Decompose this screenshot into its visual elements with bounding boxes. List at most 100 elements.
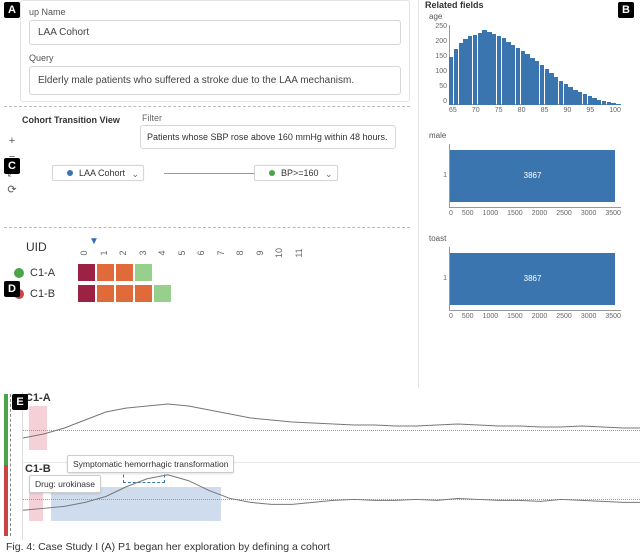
panel-tag-c: C — [4, 158, 20, 174]
legend-label: C1-B — [30, 288, 72, 300]
histogram-bar — [482, 30, 486, 105]
age-histogram[interactable]: 250200150100500 65707580859095100 — [425, 23, 625, 121]
group-name-field: up Name LAA Cohort — [29, 7, 401, 45]
plot-area — [449, 25, 621, 105]
tick: 3 — [138, 247, 148, 259]
related-fields-title: Related fields — [425, 0, 636, 10]
chevron-down-icon[interactable]: ⌄ — [131, 169, 139, 180]
heat-cell — [116, 285, 133, 302]
histogram-bar — [521, 51, 525, 105]
chart-title-age: age — [429, 12, 636, 21]
heat-cell — [97, 264, 114, 281]
node-bullet-icon — [67, 170, 73, 176]
histogram-bar — [459, 43, 463, 105]
histogram-bar — [473, 35, 477, 105]
heat-cell — [97, 285, 114, 302]
bar: 3867 — [450, 253, 615, 304]
group-name-input[interactable]: LAA Cohort — [29, 20, 401, 45]
histogram-bar — [583, 94, 587, 105]
heat-cell — [78, 285, 95, 302]
panel-c: Cohort Transition View Filter Patients w… — [4, 111, 410, 223]
legend-row-c1a: C1-A — [14, 264, 171, 281]
node-laa-cohort[interactable]: LAA Cohort ⌄ — [52, 165, 144, 181]
bar: 3867 — [450, 150, 615, 201]
y-axis: 1 — [425, 245, 447, 311]
panel-e: C1-A C1-B Symptomatic hemorrhagic transf… — [4, 392, 640, 540]
series-c1b[interactable]: C1-B Symptomatic hemorrhagic transformat… — [23, 462, 640, 528]
tick: 1 — [99, 247, 109, 259]
figure-root: { "tags": { "A":"A", "B":"B", "C":"C", "… — [0, 0, 640, 555]
legend-row-c1b: C1-B — [14, 285, 171, 302]
tick: 10 — [274, 247, 284, 259]
histogram-bar — [478, 33, 482, 105]
panel-b: Related fields age 250200150100500 65707… — [418, 0, 636, 388]
histogram-bar — [597, 100, 601, 105]
histogram-bar — [549, 73, 553, 105]
line-chart-icon — [23, 392, 640, 458]
divider — [4, 227, 410, 228]
male-bar[interactable]: 1 3867 0500100015002000250030003500 — [425, 142, 625, 224]
y-axis: 1 — [425, 142, 447, 208]
histogram-bar — [502, 38, 506, 105]
chevron-down-icon[interactable]: ⌄ — [325, 169, 333, 180]
plot-area: 3867 — [449, 247, 621, 311]
histogram-bar — [607, 102, 611, 105]
x-axis: 0500100015002000250030003500 — [449, 313, 621, 327]
histogram-bar — [468, 36, 472, 105]
histogram-bar — [564, 84, 568, 105]
tick: 8 — [235, 247, 245, 259]
histogram-bar — [511, 45, 515, 105]
filter-input[interactable]: Patients whose SBP rose above 160 mmHg w… — [140, 125, 396, 149]
histogram-bar — [492, 34, 496, 105]
histogram-bar — [573, 90, 577, 105]
heat-cell — [135, 264, 152, 281]
histogram-bar — [611, 103, 615, 105]
query-label: Query — [29, 53, 401, 63]
tooltip-drug: Drug: urokinase — [29, 475, 101, 493]
panel-a: up Name LAA Cohort Query Elderly male pa… — [20, 0, 410, 102]
histogram-bar — [545, 69, 549, 105]
tick: 2 — [118, 247, 128, 259]
histogram-bar — [616, 104, 620, 105]
zoom-in-icon[interactable]: + — [6, 135, 18, 147]
legend-label: C1-A — [30, 267, 72, 279]
histogram-bar — [525, 54, 529, 105]
node-label: LAA Cohort — [79, 168, 125, 178]
tick: 6 — [196, 247, 206, 259]
cohort-strip — [4, 394, 12, 536]
node-bullet-icon — [269, 170, 275, 176]
panel-tag-b: B — [618, 2, 634, 18]
histogram-bar — [578, 92, 582, 105]
x-axis: 65707580859095100 — [449, 107, 621, 121]
query-input[interactable]: Elderly male patients who suffered a str… — [29, 66, 401, 95]
chart-title-male: male — [429, 131, 636, 140]
transition-graph[interactable]: LAA Cohort ⌄ BP>=160 ⌄ — [22, 165, 408, 219]
chart-title-toast: toast — [429, 234, 636, 243]
tick: 4 — [157, 247, 167, 259]
heat-cell — [154, 285, 171, 302]
y-axis: 250200150100500 — [425, 23, 447, 105]
toast-bar[interactable]: 1 3867 0500100015002000250030003500 — [425, 245, 625, 327]
histogram-bar — [602, 101, 606, 105]
reset-icon[interactable]: ⟳ — [6, 183, 18, 195]
x-axis: 0500100015002000250030003500 — [449, 210, 621, 224]
heat-cells-c1a — [78, 264, 152, 281]
histogram-bar — [449, 57, 453, 105]
panel-tag-a: A — [4, 2, 20, 18]
node-bp160[interactable]: BP>=160 ⌄ — [254, 165, 338, 181]
histogram-bar — [540, 65, 544, 105]
query-field: Query Elderly male patients who suffered… — [29, 53, 401, 95]
histogram-bar — [516, 48, 520, 105]
legend-dot-icon — [14, 268, 24, 278]
histogram-bar — [530, 58, 534, 105]
figure-caption: Fig. 4: Case Study I (A) P1 began her ex… — [6, 541, 330, 553]
panel-tag-d: D — [4, 281, 20, 297]
histogram-bar — [588, 96, 592, 105]
divider — [4, 106, 410, 107]
time-marker-icon[interactable]: ▼ — [89, 236, 99, 247]
heat-cell — [116, 264, 133, 281]
cohort-transition-heading: Cohort Transition View — [22, 115, 408, 125]
panel-tag-e: E — [12, 394, 28, 410]
histogram-bar — [568, 87, 572, 105]
series-c1a[interactable]: C1-A — [23, 392, 640, 458]
